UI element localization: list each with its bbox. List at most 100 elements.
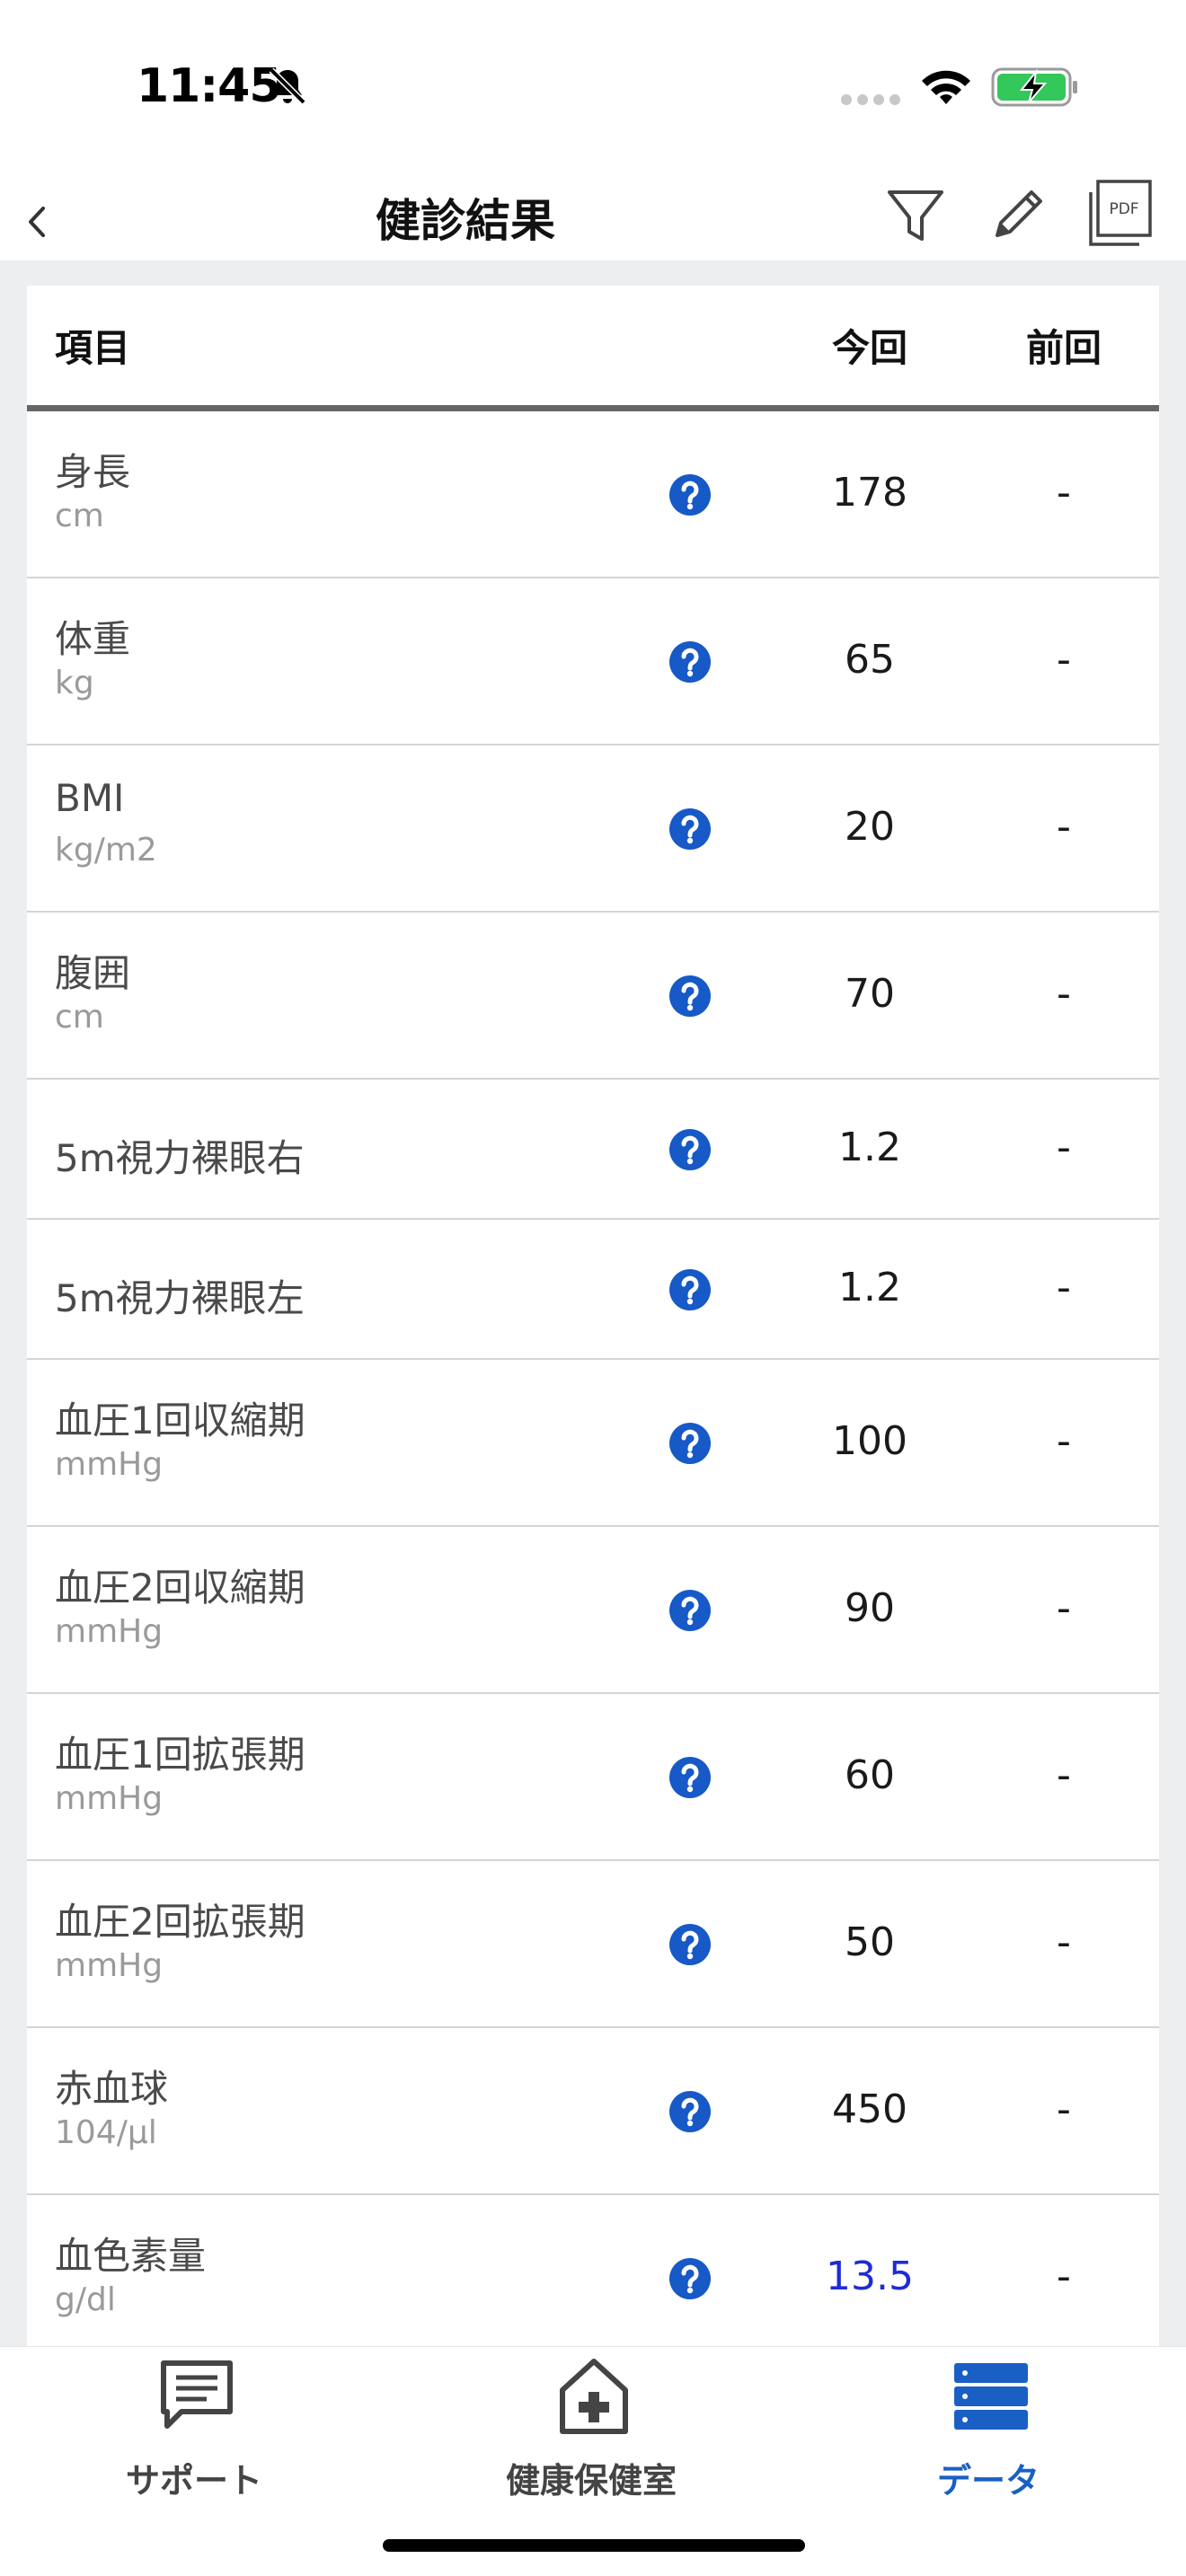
tab-label: サポート (125, 2461, 262, 2501)
help-icon[interactable] (668, 2257, 712, 2300)
help-icon[interactable] (668, 1422, 712, 1465)
help-icon[interactable] (668, 807, 712, 851)
header-current: 今回 (831, 326, 907, 370)
current-value: 100 (832, 1418, 907, 1464)
table-row: 血圧2回拡張期 mmHg 50 - (27, 1861, 1159, 2028)
row-item-unit: mmHg (55, 1446, 164, 1483)
help-icon[interactable] (668, 975, 712, 1018)
row-item-unit: cm (55, 999, 104, 1036)
row-item-name: 血色素量 (55, 2234, 207, 2278)
current-value: 50 (845, 1919, 895, 1965)
pdf-icon[interactable]: PDF (1084, 178, 1154, 250)
row-item-unit: 104/μl (55, 2114, 157, 2151)
tab-label: 健康保健室 (505, 2461, 677, 2501)
bell-slash-icon (269, 67, 306, 105)
signal-icon (841, 94, 900, 105)
tab-support[interactable]: サポート (59, 2347, 329, 2509)
row-item-unit: cm (55, 498, 104, 534)
row-item-name: 血圧2回収縮期 (55, 1566, 305, 1610)
chat-icon (161, 2360, 233, 2429)
wifi-icon (922, 70, 970, 104)
svg-text:PDF: PDF (1109, 200, 1138, 218)
previous-value: - (1057, 1418, 1071, 1464)
previous-value: - (1057, 637, 1071, 683)
row-item-name: 血圧1回拡張期 (55, 1733, 305, 1777)
row-item-unit: kg (55, 665, 94, 701)
previous-value: - (1057, 1265, 1071, 1310)
table-row: 血圧1回拡張期 mmHg 60 - (27, 1694, 1159, 1861)
home-indicator (383, 2539, 805, 2552)
header-item: 項目 (55, 326, 131, 370)
row-item-unit: kg/m2 (55, 832, 157, 869)
previous-value: - (1057, 1919, 1071, 1965)
page-title: 健診結果 (376, 195, 555, 247)
row-item-name: 体重 (55, 617, 131, 661)
previous-value: - (1057, 1585, 1071, 1631)
row-item-name: 腹囲 (55, 951, 131, 995)
row-item-name: 血圧1回収縮期 (55, 1398, 305, 1442)
table-row: 5m視力裸眼右 1.2 - (27, 1080, 1159, 1220)
help-icon[interactable] (668, 1756, 712, 1799)
help-icon[interactable] (668, 1128, 712, 1171)
row-item-name: 5m視力裸眼右 (55, 1136, 305, 1180)
status-bar: 11:45 (0, 0, 1186, 171)
table-row: 血圧2回収縮期 mmHg 90 - (27, 1527, 1159, 1694)
help-icon[interactable] (668, 1923, 712, 1966)
table-row: 身長 cm 178 - (27, 411, 1159, 578)
row-item-unit: mmHg (55, 1613, 164, 1650)
row-item-unit: mmHg (55, 1780, 164, 1817)
table-rows: 身長 cm 178- 体重 kg 65- BMI kg/m2 20- 腹囲 cm 70-5m視力裸眼右… (27, 411, 1159, 2346)
current-value: 60 (845, 1752, 895, 1798)
table-header: 項目 今回 前回 (27, 286, 1159, 411)
row-item-name: BMI (55, 776, 125, 820)
current-value: 20 (845, 804, 895, 850)
previous-value: - (1057, 1125, 1071, 1170)
help-icon[interactable] (668, 1268, 712, 1311)
table-row: 腹囲 cm 70 - (27, 913, 1159, 1080)
previous-value: - (1057, 2254, 1071, 2299)
row-item-name: 赤血球 (55, 2067, 169, 2111)
current-value: 178 (832, 470, 907, 516)
tab-health-room[interactable]: 健康保健室 (456, 2347, 726, 2509)
tab-data[interactable]: データ (854, 2347, 1123, 2509)
previous-value: - (1057, 971, 1071, 1017)
tab-label: データ (936, 2461, 1040, 2501)
row-item-name: 5m視力裸眼左 (55, 1276, 305, 1320)
previous-value: - (1057, 1752, 1071, 1798)
row-item-unit: mmHg (55, 1947, 164, 1984)
tab-bar: サポート 健康保健室 データ (0, 2346, 1186, 2576)
health-house-icon (560, 2359, 628, 2434)
help-icon[interactable] (668, 2090, 712, 2133)
help-icon[interactable] (668, 1589, 712, 1632)
filter-icon[interactable] (884, 183, 947, 248)
current-value: 90 (845, 1585, 895, 1631)
table-row: 5m視力裸眼左 1.2 - (27, 1220, 1159, 1360)
pencil-icon[interactable] (985, 183, 1049, 248)
row-item-name: 血圧2回拡張期 (55, 1900, 305, 1944)
row-item-unit: g/dl (55, 2281, 116, 2318)
current-value: 70 (845, 971, 895, 1017)
previous-value: - (1057, 470, 1071, 516)
battery-charging-icon (991, 67, 1077, 107)
current-value: 13.5 (826, 2254, 914, 2299)
previous-value: - (1057, 804, 1071, 850)
help-icon[interactable] (668, 640, 712, 684)
current-value: 1.2 (838, 1265, 901, 1310)
table-row: BMI kg/m2 20 - (27, 745, 1159, 913)
table-row: 赤血球 104/μl 450 - (27, 2028, 1159, 2195)
results-table: 項目 今回 前回 身長 cm 178 - 体重 kg 65 - BMI kg/m2 20 - 腹囲 cm 7… (27, 286, 1159, 2346)
results-content[interactable]: 項目 今回 前回 身長 cm 178 - 体重 kg 65 - BMI kg/m2 20 - 腹囲 cm 7… (0, 260, 1186, 2346)
current-value: 65 (845, 637, 895, 683)
row-item-name: 身長 (55, 450, 131, 494)
previous-value: - (1057, 2086, 1071, 2132)
help-icon[interactable] (668, 473, 712, 516)
header-previous: 前回 (1025, 326, 1102, 370)
table-row: 体重 kg 65 - (27, 578, 1159, 745)
database-icon (954, 2363, 1028, 2430)
current-value: 1.2 (838, 1125, 901, 1170)
nav-bar: 健診結果 PDF (0, 171, 1186, 260)
table-row: 血圧1回収縮期 mmHg 100 - (27, 1360, 1159, 1527)
table-row: 血色素量 g/dl 13.5 - (27, 2195, 1159, 2346)
current-value: 450 (832, 2086, 907, 2132)
status-time: 11:45 (137, 59, 282, 113)
